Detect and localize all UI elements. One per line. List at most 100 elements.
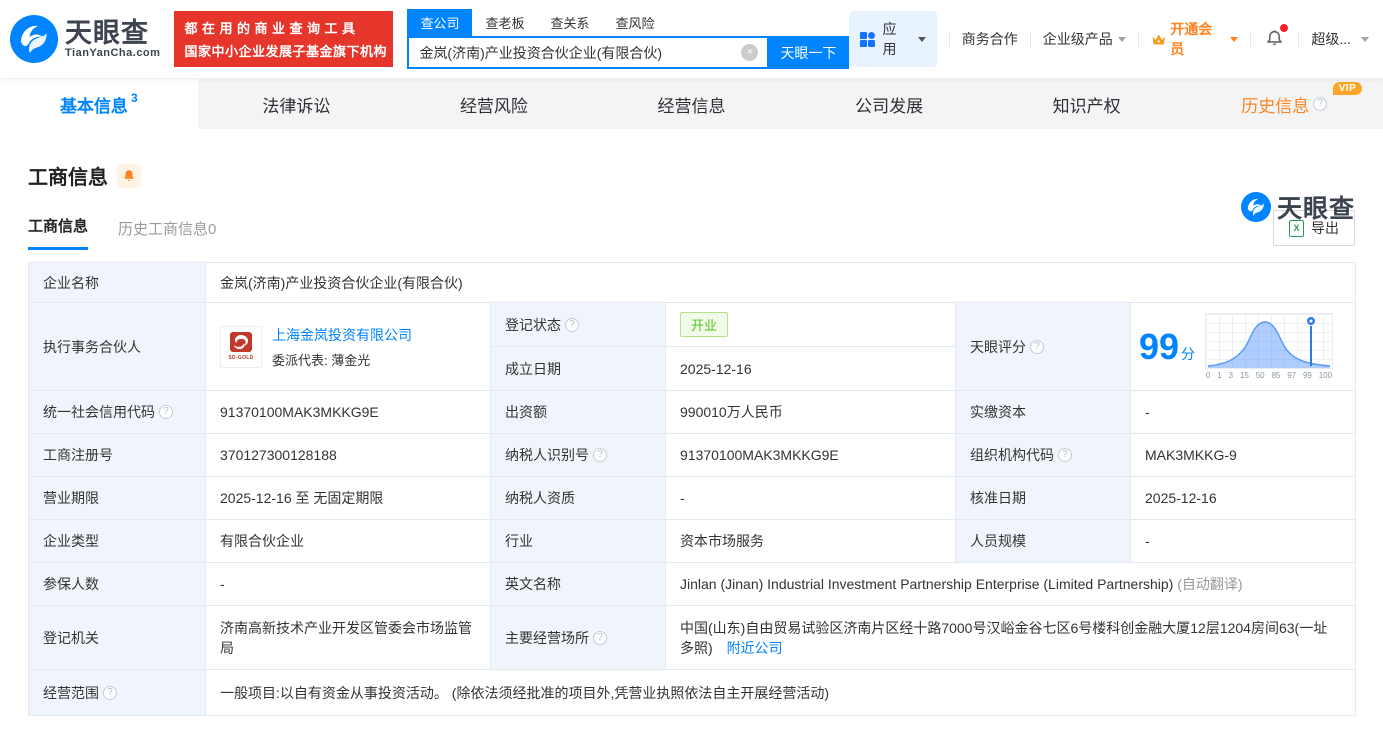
- help-icon[interactable]: ?: [593, 448, 607, 462]
- nav-business-cooperation[interactable]: 商务合作: [962, 29, 1018, 49]
- help-icon[interactable]: ?: [1313, 97, 1328, 111]
- taxpayer-id-label: 纳税人识别号?: [490, 433, 666, 477]
- company-page-tabs: 基本信息 3 法律诉讼 经营风险 经营信息 公司发展 知识产权 历史信息 ? V…: [0, 79, 1383, 129]
- promo-banner[interactable]: 都在用的商业查询工具 国家中小企业发展子基金旗下机构: [174, 11, 394, 67]
- help-icon[interactable]: ?: [565, 317, 579, 332]
- user-menu[interactable]: 超级...: [1311, 29, 1370, 49]
- section-subtabs: 工商信息 历史工商信息0 X 导出: [28, 210, 1355, 250]
- enterprise-type-value: 有限合伙企业: [205, 519, 491, 563]
- nearby-companies-link[interactable]: 附近公司: [727, 640, 783, 656]
- logo-title: 天眼查: [65, 18, 149, 48]
- help-icon[interactable]: ?: [593, 630, 607, 645]
- divider: [1137, 31, 1139, 47]
- help-icon[interactable]: ?: [159, 405, 173, 419]
- tab-intellectual-property[interactable]: 知识产权: [988, 79, 1186, 129]
- table-row: 经营范围? 一般项目:以自有资金从事投资活动。 (除依法须经批准的项目外,凭营业…: [28, 669, 1357, 716]
- search-input[interactable]: [407, 36, 768, 69]
- search-tabs: 查公司 查老板 查关系 查风险: [407, 9, 849, 36]
- org-code-value: MAK3MKKG-9: [1129, 433, 1357, 477]
- search-tab-boss[interactable]: 查老板: [472, 9, 537, 36]
- table-row: 执行事务合伙人 SD-GOLD 上海金岚投资有限公司 委派代表: 薄金光 登记状…: [28, 302, 1357, 391]
- table-row: 参保人数 - 英文名称 Jinlan (Jinan) Industrial In…: [28, 562, 1357, 606]
- paid-in-capital-label: 实缴资本: [955, 390, 1131, 434]
- tab-basic-info[interactable]: 基本信息 3: [0, 79, 198, 129]
- tab-basic-info-label: 基本信息: [59, 96, 128, 116]
- tab-operational-risk-label: 经营风险: [459, 96, 528, 116]
- table-row: 营业期限 2025-12-16 至 无固定期限 纳税人资质 - 核准日期 202…: [28, 476, 1357, 520]
- apps-grid-icon: [860, 31, 876, 47]
- partner-company-logo[interactable]: SD-GOLD: [220, 325, 262, 368]
- main-content: 天眼查 工商信息 工商信息 历史工商信息0 X 导出 企业名称 金岚(济南)产业: [0, 161, 1383, 716]
- section-title: 工商信息: [28, 167, 108, 189]
- reg-authority-label: 登记机关: [28, 605, 206, 670]
- header-nav: 应用 商务合作 企业级产品 开通会员 超级...: [849, 11, 1370, 67]
- insured-count-value: -: [205, 562, 491, 606]
- subtab-business-registration[interactable]: 工商信息: [28, 215, 89, 250]
- establish-date-value: 2025-12-16: [665, 346, 956, 391]
- tianyan-score-label: 天眼评分?: [955, 302, 1131, 391]
- username: 超级...: [1311, 31, 1352, 47]
- tab-history-info[interactable]: 历史信息 ? VIP: [1185, 79, 1383, 129]
- tab-basic-info-count: 3: [130, 91, 138, 105]
- org-code-label: 组织机构代码?: [955, 433, 1131, 477]
- english-name-value: Jinlan (Jinan) Industrial Investment Par…: [664, 562, 1357, 606]
- apps-menu[interactable]: 应用: [849, 11, 937, 67]
- approval-date-label: 核准日期: [955, 476, 1131, 520]
- delegate-rep-name: 薄金光: [331, 352, 371, 368]
- status-badge[interactable]: 开业: [680, 312, 729, 337]
- tab-legal-proceedings-label: 法律诉讼: [262, 96, 331, 116]
- tab-business-info-label: 经营信息: [657, 96, 726, 116]
- taxpayer-quality-label: 纳税人资质: [490, 476, 666, 520]
- tab-company-development-label: 公司发展: [855, 96, 924, 116]
- notifications-button[interactable]: [1265, 23, 1289, 51]
- search-tab-relation[interactable]: 查关系: [537, 9, 602, 36]
- tab-intellectual-property-label: 知识产权: [1052, 96, 1121, 116]
- chevron-down-icon: [1117, 36, 1126, 42]
- open-membership[interactable]: 开通会员: [1151, 19, 1239, 59]
- industry-label: 行业: [490, 519, 666, 563]
- subscribe-bell-button[interactable]: [117, 163, 141, 188]
- help-icon[interactable]: ?: [103, 685, 117, 700]
- crown-icon: [1152, 33, 1165, 45]
- executive-partner-cell: SD-GOLD 上海金岚投资有限公司 委派代表: 薄金光: [205, 302, 491, 391]
- tianyan-score-cell[interactable]: 99 分 0 1 3 15 50 85 97 99 100: [1129, 302, 1357, 391]
- taxpayer-id-value: 91370100MAK3MKKG9E: [665, 433, 956, 477]
- logo-subtitle: TianYanCha.com: [65, 47, 161, 59]
- registration-status-label: 登记状态?: [490, 302, 666, 347]
- score-distribution-chart: 0 1 3 15 50 85 97 99 100: [1205, 313, 1334, 380]
- search-area: 查公司 查老板 查关系 查风险 × 天眼一下: [407, 9, 850, 69]
- business-term-value: 2025-12-16 至 无固定期限: [205, 476, 491, 520]
- credit-code-value: 91370100MAK3MKKG9E: [205, 390, 491, 434]
- business-term-label: 营业期限: [28, 476, 206, 520]
- site-logo[interactable]: 天眼查 TianYanCha.com: [10, 15, 160, 63]
- contribution-value: 990010万人民币: [665, 390, 956, 434]
- reg-number-label: 工商注册号: [28, 433, 206, 477]
- partner-company-link[interactable]: 上海金岚投资有限公司: [272, 327, 412, 343]
- chevron-down-icon: [1230, 36, 1239, 42]
- tab-legal-proceedings[interactable]: 法律诉讼: [198, 79, 396, 129]
- help-icon[interactable]: ?: [1030, 339, 1044, 354]
- tianyancha-logo-icon: [10, 15, 58, 63]
- bell-icon: [124, 170, 134, 182]
- tab-operational-risk[interactable]: 经营风险: [395, 79, 593, 129]
- search-tab-company[interactable]: 查公司: [407, 9, 473, 36]
- auto-translate-note: (自动翻译): [1177, 576, 1243, 592]
- search-button[interactable]: 天眼一下: [767, 36, 850, 69]
- business-address-label: 主要经营场所?: [490, 605, 666, 670]
- table-row: 统一社会信用代码? 91370100MAK3MKKG9E 出资额 990010万…: [28, 390, 1357, 434]
- enterprise-products-label: 企业级产品: [1042, 31, 1113, 47]
- delegate-rep-label: 委派代表:: [272, 352, 328, 368]
- site-header: 天眼查 TianYanCha.com 都在用的商业查询工具 国家中小企业发展子基…: [0, 0, 1383, 79]
- nav-enterprise-products[interactable]: 企业级产品: [1043, 29, 1126, 49]
- tab-business-info[interactable]: 经营信息: [593, 79, 791, 129]
- promo-banner-line1: 都在用的商业查询工具: [184, 21, 360, 36]
- search-tab-risk[interactable]: 查风险: [602, 9, 667, 36]
- chevron-down-icon: [1361, 36, 1370, 42]
- help-icon[interactable]: ?: [1058, 448, 1072, 462]
- subtab-history-registration[interactable]: 历史工商信息0: [118, 218, 216, 250]
- tab-company-development[interactable]: 公司发展: [790, 79, 988, 129]
- tianyancha-logo-icon: [1240, 192, 1271, 222]
- business-info-table: 企业名称 金岚(济南)产业投资合伙企业(有限合伙) 执行事务合伙人 SD-GOL…: [28, 262, 1357, 716]
- business-address-value: 中国(山东)自由贸易试验区济南片区经十路7000号汉峪金谷七区6号楼科创金融大厦…: [664, 605, 1357, 670]
- table-row: 工商注册号 370127300128188 纳税人识别号? 91370100MA…: [28, 433, 1357, 477]
